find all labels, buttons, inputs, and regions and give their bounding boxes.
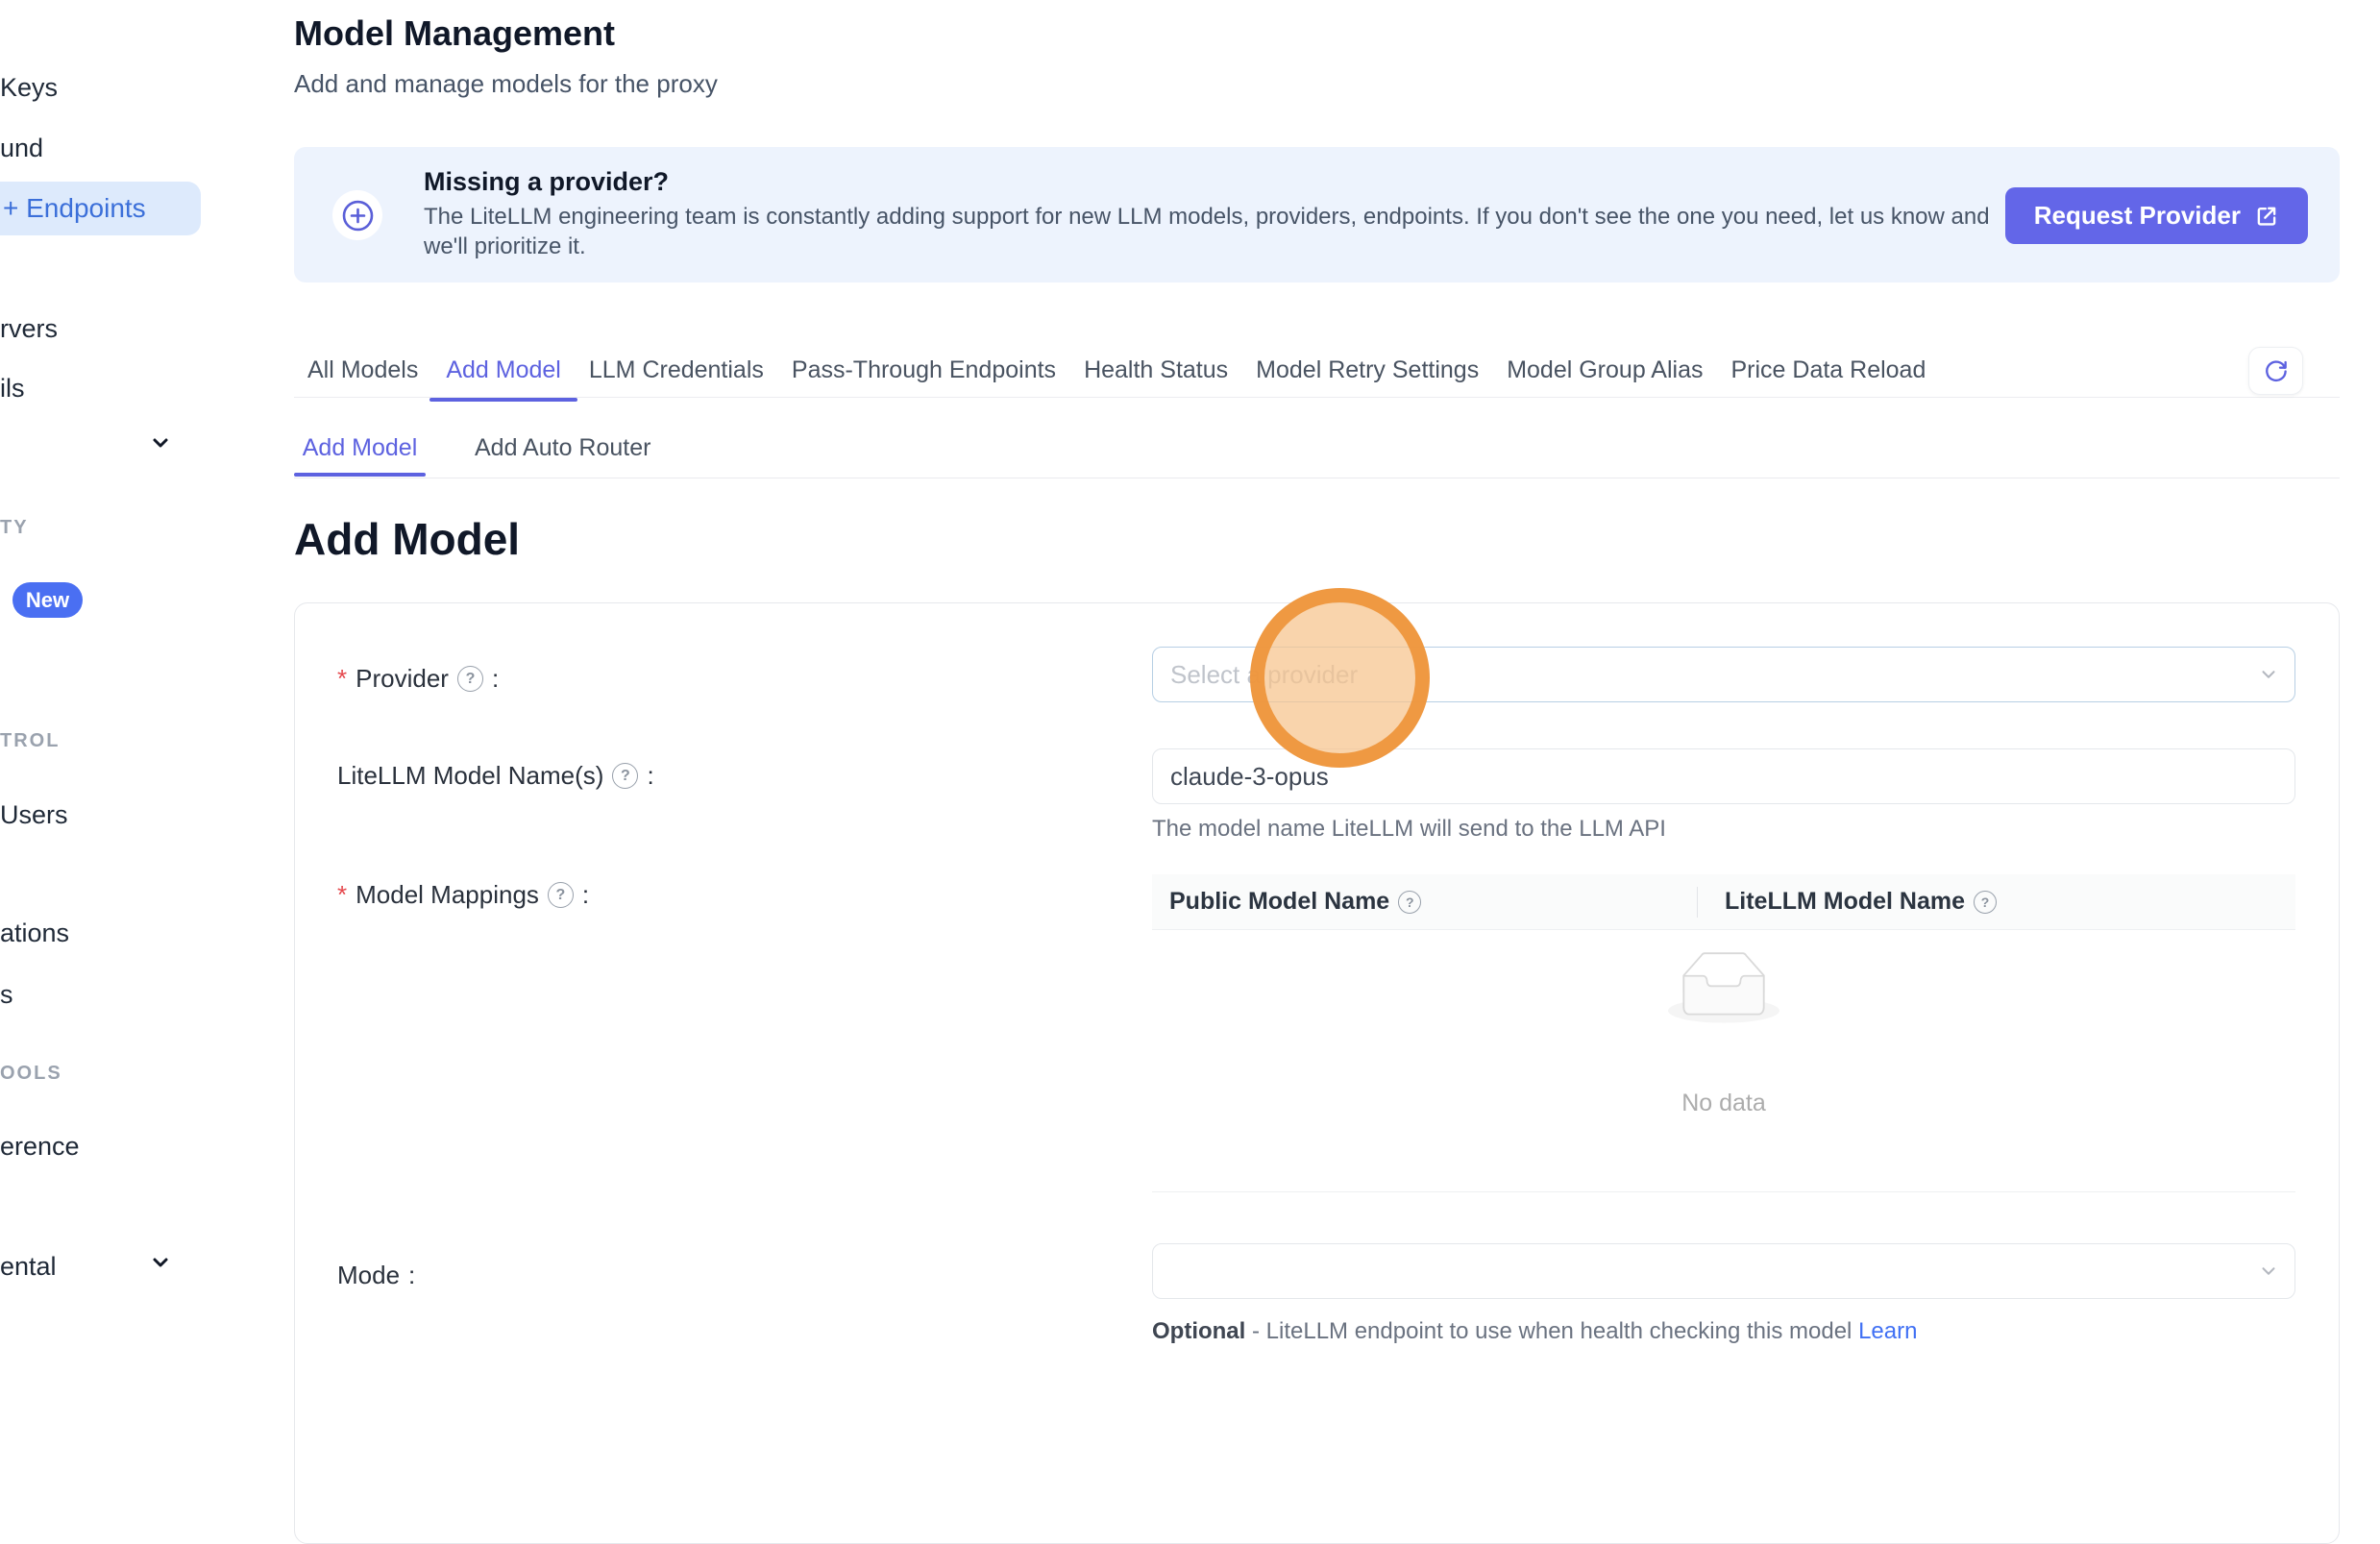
model-mappings-label-text: Model Mappings	[356, 880, 539, 910]
page-subtitle: Add and manage models for the proxy	[294, 69, 718, 99]
chevron-down-icon	[2258, 1261, 2279, 1282]
mode-label: Mode :	[337, 1261, 415, 1290]
column-header-text: Public Model Name	[1169, 888, 1389, 916]
new-badge: New	[12, 582, 83, 618]
sidebar-section-tools: OOLS	[0, 1063, 62, 1085]
help-icon[interactable]: ?	[1398, 891, 1421, 914]
label-colon: :	[647, 761, 653, 791]
mode-helper-text: - LiteLLM endpoint to use when health ch…	[1245, 1318, 1858, 1344]
no-data-text: No data	[1152, 1090, 2295, 1117]
model-mappings-label: * Model Mappings ? :	[337, 880, 589, 910]
chevron-down-icon[interactable]	[149, 431, 172, 454]
provider-label: * Provider ? :	[337, 664, 499, 694]
mode-helper: Optional - LiteLLM endpoint to use when …	[1152, 1318, 1917, 1345]
mode-label-text: Mode	[337, 1261, 400, 1290]
subtab-add-auto-router[interactable]: Add Auto Router	[475, 434, 650, 462]
tab-health-status[interactable]: Health Status	[1084, 356, 1228, 398]
chevron-down-icon[interactable]	[149, 1251, 172, 1274]
model-tabs: All Models Add Model LLM Credentials Pas…	[307, 356, 1926, 398]
sidebar-item-experimental[interactable]: ental	[0, 1252, 57, 1282]
tab-model-group-alias[interactable]: Model Group Alias	[1507, 356, 1703, 398]
form-heading: Add Model	[294, 513, 520, 565]
column-header-text: LiteLLM Model Name	[1725, 888, 1965, 916]
model-name-label-text: LiteLLM Model Name(s)	[337, 761, 603, 791]
refresh-icon	[2263, 358, 2289, 384]
tab-pass-through-endpoints[interactable]: Pass-Through Endpoints	[792, 356, 1056, 398]
model-mappings-table: Public Model Name ? LiteLLM Model Name ?	[1152, 874, 2295, 1192]
table-empty-state: No data	[1152, 930, 2295, 1192]
missing-provider-banner: Missing a provider? The LiteLLM engineer…	[294, 147, 2340, 282]
sidebar-item-reference[interactable]: erence	[0, 1132, 80, 1162]
model-name-helper: The model name LiteLLM will send to the …	[1152, 816, 1666, 843]
column-header-public-model-name: Public Model Name ?	[1152, 888, 1702, 916]
column-header-litellm-model-name: LiteLLM Model Name ?	[1702, 888, 1997, 916]
help-icon[interactable]: ?	[1974, 891, 1997, 914]
add-model-form-card: * Provider ? : Select a provider LiteLLM…	[294, 602, 2340, 1544]
help-icon[interactable]: ?	[457, 666, 483, 692]
sidebar-item-playground[interactable]: und	[0, 134, 43, 163]
learn-link[interactable]: Learn	[1858, 1318, 1917, 1344]
sidebar-item-organizations[interactable]: ations	[0, 919, 69, 948]
tab-price-data-reload[interactable]: Price Data Reload	[1730, 356, 1926, 398]
empty-inbox-icon	[1668, 951, 1779, 1023]
sidebar-section-access-control: TROL	[0, 730, 60, 752]
tab-add-model[interactable]: Add Model	[446, 356, 561, 398]
sidebar-item-models-endpoints[interactable]: + Endpoints	[0, 182, 201, 235]
label-colon: :	[582, 880, 589, 910]
help-icon[interactable]: ?	[548, 882, 574, 908]
tab-all-models[interactable]: All Models	[307, 356, 418, 398]
model-name-label: LiteLLM Model Name(s) ? :	[337, 761, 654, 791]
provider-label-text: Provider	[356, 664, 449, 694]
required-mark: *	[337, 880, 347, 910]
subtab-add-model[interactable]: Add Model	[294, 434, 426, 462]
page-title: Model Management	[294, 13, 615, 54]
table-header-row: Public Model Name ? LiteLLM Model Name ?	[1152, 874, 2295, 930]
tab-llm-credentials[interactable]: LLM Credentials	[589, 356, 764, 398]
click-highlight-indicator	[1250, 588, 1430, 768]
request-provider-label: Request Provider	[2034, 201, 2241, 231]
label-colon: :	[408, 1261, 415, 1290]
column-divider	[1697, 887, 1698, 918]
sidebar-item-guardrails[interactable]: ils	[0, 374, 25, 404]
tabs-separator	[294, 397, 2340, 398]
mode-helper-bold: Optional	[1152, 1318, 1245, 1344]
refresh-button[interactable]	[2248, 347, 2303, 395]
subtab-active-underline	[294, 473, 426, 477]
required-mark: *	[337, 664, 347, 694]
plus-circle-icon	[332, 190, 382, 240]
sidebar-item-teams[interactable]: s	[0, 980, 13, 1010]
sidebar-item-users[interactable]: Users	[0, 800, 68, 830]
model-name-value: claude-3-opus	[1170, 762, 1329, 792]
mode-select[interactable]	[1152, 1243, 2295, 1299]
sidebar-section-observability: TY	[0, 517, 29, 539]
tab-model-retry-settings[interactable]: Model Retry Settings	[1256, 356, 1479, 398]
banner-title: Missing a provider?	[424, 167, 669, 197]
sidebar-item-keys[interactable]: Keys	[0, 73, 58, 103]
banner-body: The LiteLLM engineering team is constant…	[424, 202, 2019, 261]
label-colon: :	[492, 664, 499, 694]
chevron-down-icon	[2258, 664, 2279, 685]
help-icon[interactable]: ?	[612, 763, 638, 789]
external-link-icon	[2254, 204, 2279, 229]
request-provider-button[interactable]: Request Provider	[2005, 187, 2308, 244]
sidebar-item-label: + Endpoints	[3, 193, 146, 224]
sidebar-item-servers[interactable]: rvers	[0, 314, 58, 344]
